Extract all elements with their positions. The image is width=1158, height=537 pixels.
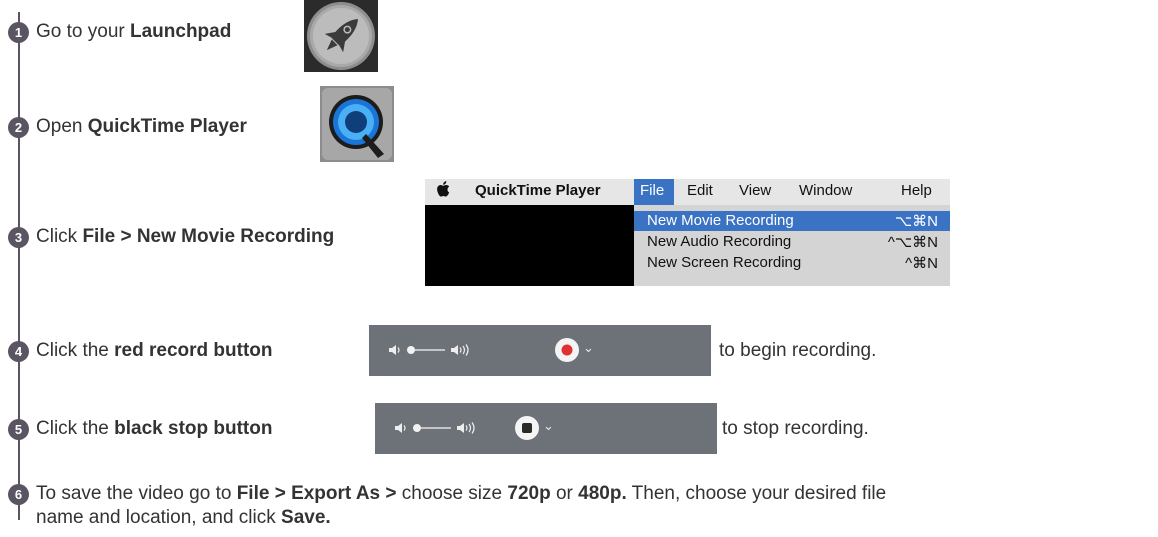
- record-controls-bar: ⌄: [369, 325, 711, 376]
- steps-timeline-line: [18, 12, 20, 520]
- launchpad-rocket-icon: [304, 0, 378, 72]
- menu-item-new-audio-recording[interactable]: New Audio Recording ^⌥⌘N: [634, 232, 950, 252]
- step-1-text: Go to your Launchpad: [36, 21, 232, 42]
- step-1-number: 1: [8, 22, 29, 43]
- step-5-number: 5: [8, 419, 29, 440]
- file-dropdown-menu: New Movie Recording ⌥⌘N New Audio Recordi…: [634, 205, 950, 286]
- menu-file[interactable]: File: [634, 179, 674, 205]
- step-3-text: Click File > New Movie Recording: [36, 226, 335, 247]
- step-6-line-1: To save the video go to File > Export As…: [36, 483, 887, 504]
- menu-view[interactable]: View: [739, 182, 771, 199]
- file-menu-screenshot: QuickTime Player File Edit View Window H…: [425, 179, 950, 286]
- step-3-number: 3: [8, 227, 29, 248]
- menu-window[interactable]: Window: [799, 182, 852, 199]
- step-5-suffix: to stop recording.: [722, 418, 869, 439]
- apple-logo-icon: [436, 180, 450, 202]
- volume-slider[interactable]: [387, 341, 487, 359]
- step-6-line-2: name and location, and click Save.: [36, 507, 331, 528]
- record-options-chevron-icon[interactable]: ⌄: [583, 340, 594, 356]
- menu-bar: QuickTime Player File Edit View Window H…: [425, 179, 950, 205]
- step-2-text: Open QuickTime Player: [36, 116, 247, 137]
- record-button[interactable]: [554, 337, 580, 363]
- step-5-text: Click the black stop button: [36, 418, 273, 439]
- menu-help[interactable]: Help: [901, 182, 932, 199]
- step-4-text: Click the red record button: [36, 340, 273, 361]
- menu-app-name[interactable]: QuickTime Player: [475, 182, 601, 199]
- stop-controls-bar: ⌄: [375, 403, 717, 454]
- step-6-number: 6: [8, 484, 29, 505]
- volume-slider[interactable]: [393, 419, 493, 437]
- stop-options-chevron-icon[interactable]: ⌄: [543, 418, 554, 434]
- menu-item-new-screen-recording[interactable]: New Screen Recording ^⌘N: [634, 253, 950, 273]
- step-4-suffix: to begin recording.: [719, 340, 877, 361]
- stop-button[interactable]: [514, 415, 540, 441]
- menu-item-new-movie-recording[interactable]: New Movie Recording ⌥⌘N: [634, 211, 950, 231]
- step-4-number: 4: [8, 341, 29, 362]
- quicktime-player-icon: [320, 86, 394, 162]
- step-2-number: 2: [8, 117, 29, 138]
- menu-edit[interactable]: Edit: [687, 182, 713, 199]
